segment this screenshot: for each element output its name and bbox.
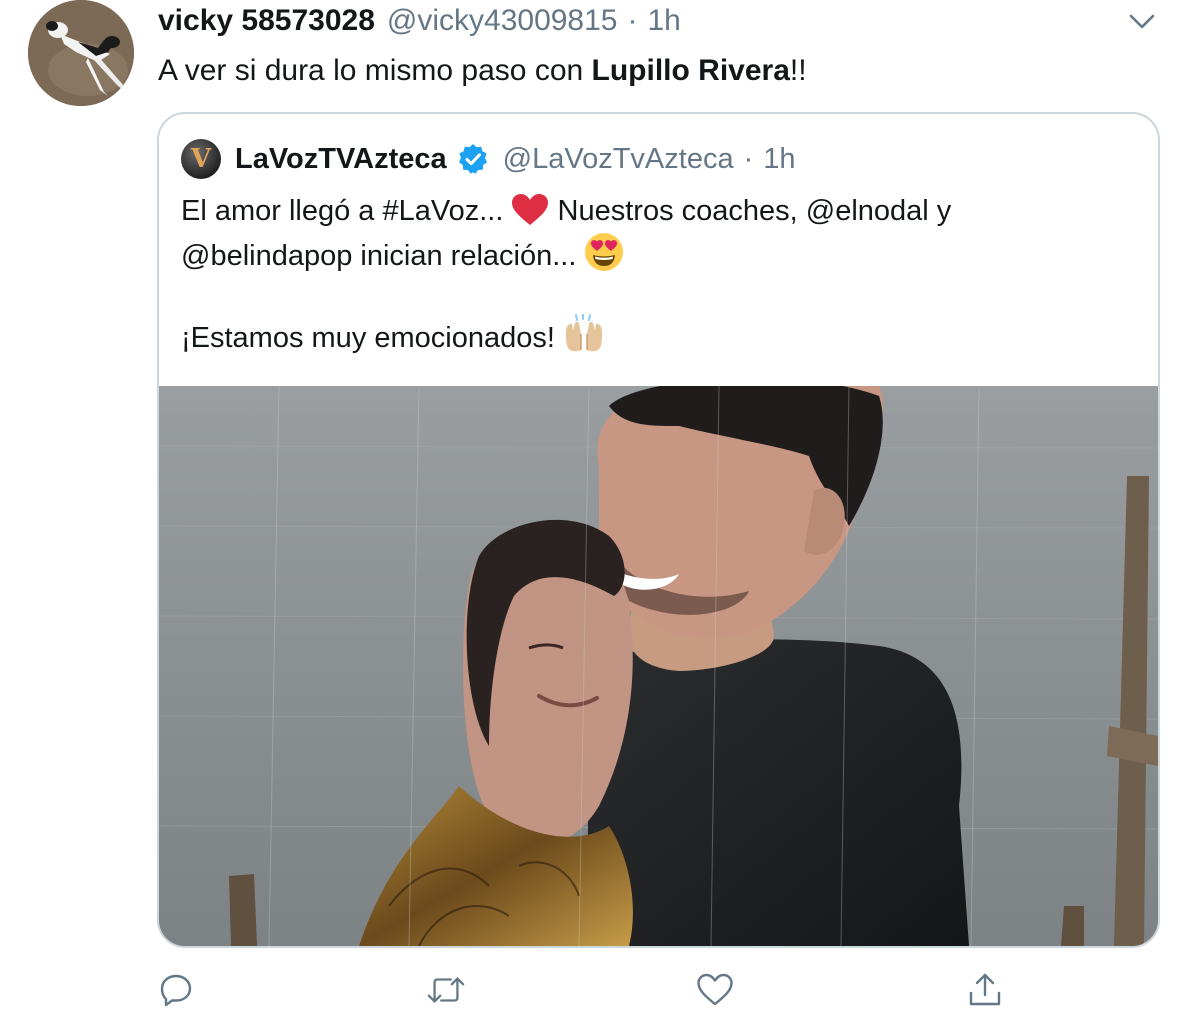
quoted-tweet[interactable]: V LaVozTVAzteca @LaVozTvAzteca · 1h El a… bbox=[157, 112, 1160, 948]
tweet-header: vicky 58573028 @vicky43009815 · 1h bbox=[158, 4, 681, 44]
quoted-text-line-1: El amor llegó a #LaVoz... Nuestros coach… bbox=[181, 190, 1131, 232]
retweet-button[interactable] bbox=[426, 970, 466, 1010]
quoted-text: El amor llegó a #LaVoz... Nuestros coach… bbox=[181, 190, 1131, 356]
retweet-icon bbox=[427, 977, 465, 1003]
quoted-text-line-3: ¡Estamos muy emocionados! bbox=[181, 313, 1131, 356]
reply-button[interactable] bbox=[156, 970, 196, 1010]
quoted-header: V LaVozTVAzteca @LaVozTvAzteca · 1h bbox=[181, 138, 796, 180]
quoted-media-photo[interactable] bbox=[159, 386, 1158, 946]
reply-icon bbox=[160, 974, 192, 1007]
quoted-line-2-text: @belindapop inician relación... bbox=[181, 240, 585, 272]
tweet-text-bold: Lupillo Rivera bbox=[591, 54, 790, 87]
quoted-avatar-letter: V bbox=[190, 144, 212, 174]
quoted-separator: · bbox=[743, 142, 754, 175]
couple-in-rain-photo bbox=[159, 386, 1158, 946]
like-button[interactable] bbox=[695, 970, 735, 1010]
dog-photo-image bbox=[28, 0, 134, 106]
quoted-handle[interactable]: @LaVozTvAzteca bbox=[503, 143, 734, 176]
author-handle[interactable]: @vicky43009815 bbox=[387, 4, 618, 38]
tweet-card[interactable]: vicky 58573028 @vicky43009815 · 1h A ver… bbox=[0, 0, 1200, 1023]
quoted-timestamp[interactable]: 1h bbox=[763, 143, 795, 176]
quoted-line-1-end: Nuestros coaches, @elnodal y bbox=[549, 195, 952, 227]
share-icon bbox=[969, 973, 1001, 1006]
heart-eyes-emoji-icon bbox=[584, 232, 624, 284]
quoted-avatar[interactable]: V bbox=[181, 139, 221, 179]
author-avatar[interactable] bbox=[28, 0, 134, 106]
tweet-menu-button[interactable] bbox=[1124, 8, 1160, 36]
tweet-text-start: A ver si dura lo mismo paso con bbox=[158, 54, 592, 87]
quoted-line-1-start: El amor llegó a #LaVoz... bbox=[181, 195, 512, 227]
share-button[interactable] bbox=[965, 970, 1005, 1010]
header-separator: · bbox=[627, 4, 638, 37]
verified-badge-icon bbox=[457, 143, 489, 175]
raising-hands-emoji-icon bbox=[563, 313, 605, 366]
tweet-actions bbox=[0, 960, 1200, 1020]
quoted-line-3-text: ¡Estamos muy emocionados! bbox=[181, 322, 563, 354]
quoted-text-line-2: @belindapop inician relación... bbox=[181, 232, 1131, 274]
tweet-text-end: !! bbox=[789, 54, 807, 87]
heart-icon bbox=[697, 973, 733, 1006]
quoted-display-name[interactable]: LaVozTVAzteca bbox=[235, 143, 447, 176]
tweet-timestamp[interactable]: 1h bbox=[648, 4, 681, 38]
tweet-text: A ver si dura lo mismo paso con Lupillo … bbox=[158, 54, 807, 88]
author-display-name[interactable]: vicky 58573028 bbox=[158, 4, 375, 38]
chevron-down-icon bbox=[1129, 14, 1155, 29]
